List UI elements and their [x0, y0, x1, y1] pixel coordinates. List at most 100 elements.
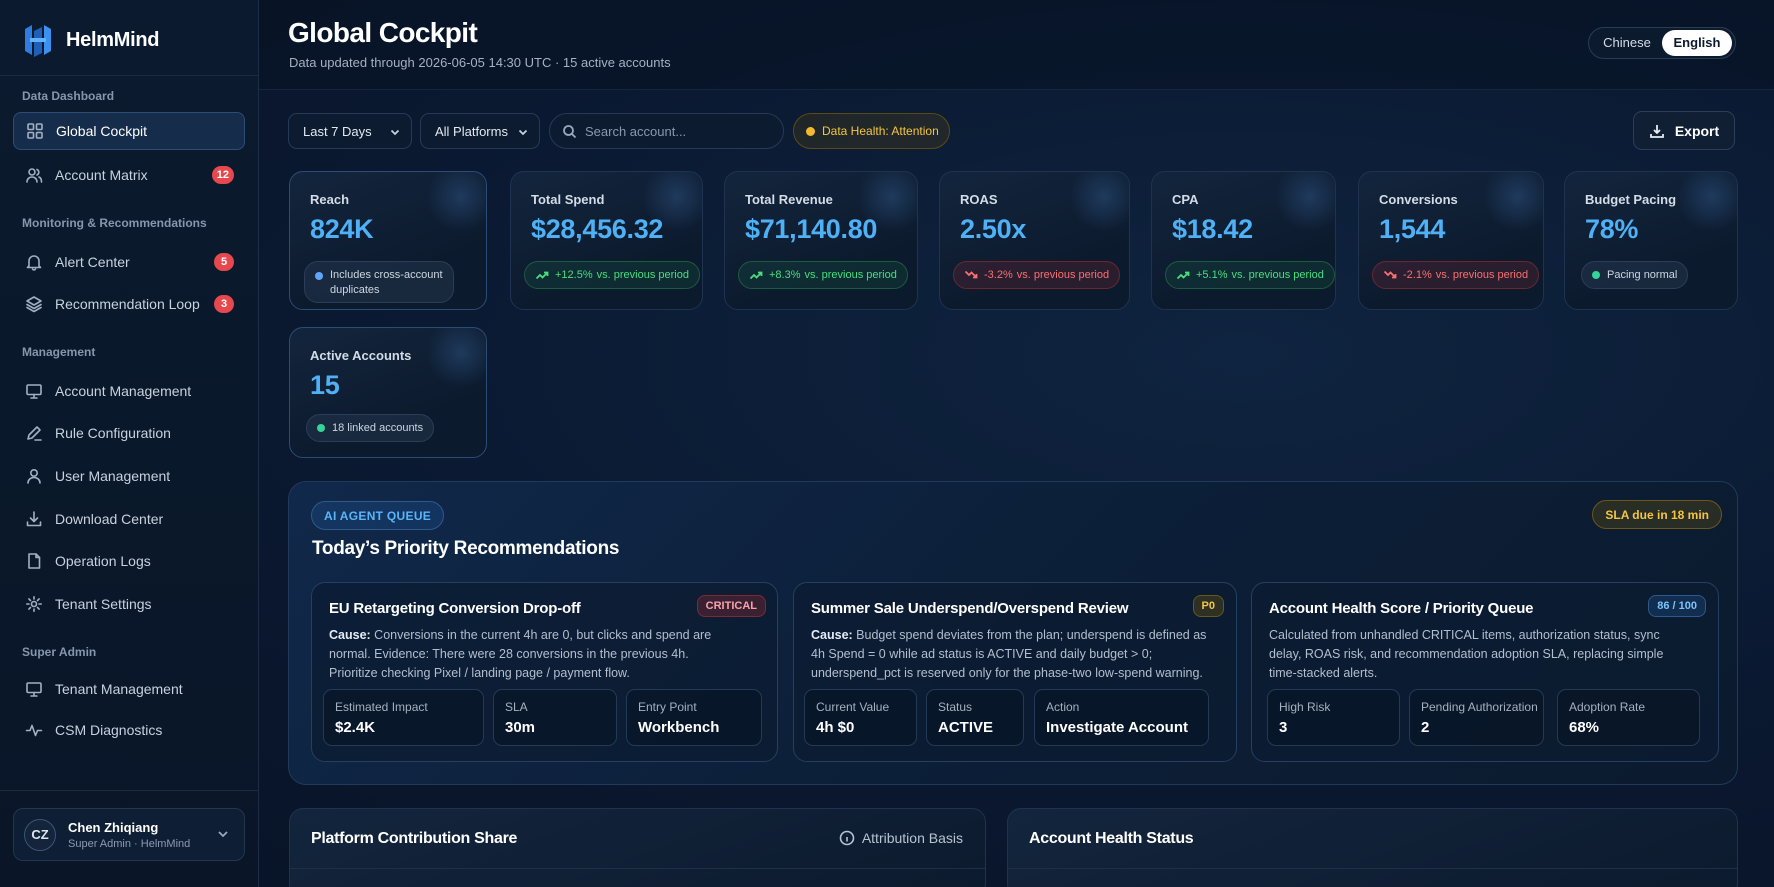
description-line: Budget spend deviates from the plan; und… [856, 628, 1207, 642]
platform-select[interactable]: All Platforms [420, 113, 540, 149]
data-health-badge[interactable]: Data Health: Attention [793, 113, 950, 149]
avatar: CZ [24, 818, 56, 851]
panel-title: Platform Contribution Share [311, 830, 518, 847]
sidebar-item-recommendation-loop[interactable]: Recommendation Loop 3 [13, 285, 245, 323]
recommendation-card[interactable]: Account Health Score / Priority Queue 86… [1251, 582, 1719, 762]
bell-icon [26, 255, 42, 271]
kpi-card-total-spend[interactable]: Total Spend $28,456.32 +12.5% vs. previou… [510, 171, 703, 310]
recommendation-card[interactable]: EU Retargeting Conversion Drop-off CRITI… [311, 582, 778, 762]
user-menu[interactable]: CZ Chen Zhiqiang Super Admin · HelmMind [13, 808, 245, 861]
trend-down-icon [1383, 270, 1397, 279]
sidebar-item-download-center[interactable]: Download Center [13, 500, 245, 538]
kpi-label: Reach [310, 192, 350, 207]
kpi-change: -3.2% vs. previous period [953, 261, 1121, 289]
activity-icon [25, 724, 43, 737]
metric-label: SLA [505, 700, 528, 714]
kpi-compare: vs. previous period [1435, 269, 1529, 281]
metric-box: Adoption Rate 68% [1557, 689, 1700, 746]
sidebar-item-label: Tenant Settings [55, 596, 152, 612]
count-badge: 12 [211, 166, 234, 184]
divider [1008, 868, 1737, 869]
kpi-value: 2.50x [960, 214, 1027, 244]
sidebar-item-account-management[interactable]: Account Management [13, 372, 245, 410]
kpi-change: -2.1% vs. previous period [1372, 261, 1540, 289]
description-line: Prioritize checking Pixel / landing page… [329, 666, 630, 680]
sidebar-item-csm-diagnostics[interactable]: CSM Diagnostics [13, 711, 245, 749]
language-toggle[interactable]: Chinese English [1588, 27, 1736, 59]
ai-agent-queue: AI AGENT QUEUE Today’s Priority Recommen… [288, 481, 1738, 785]
sidebar-item-operation-logs[interactable]: Operation Logs [13, 542, 245, 580]
divider [0, 790, 259, 791]
sidebar-item-alert-center[interactable]: Alert Center 5 [13, 243, 245, 281]
sidebar-item-label: CSM Diagnostics [55, 722, 163, 738]
sidebar-item-account-matrix[interactable]: Account Matrix 12 [13, 156, 245, 194]
recommendation-description: Cause: Budget spend deviates from the pl… [811, 626, 1206, 683]
section-label-super-admin: Super Admin [22, 645, 97, 659]
kpi-card-reach[interactable]: Reach 824K Includes cross-account duplica… [289, 171, 487, 310]
kpi-card-cpa[interactable]: CPA $18.42 +5.1% vs. previous period [1151, 171, 1336, 310]
metric-box: High Risk 3 [1267, 689, 1400, 746]
panel-title: Account Health Status [1029, 830, 1194, 847]
kpi-compare: vs. previous period [596, 269, 689, 281]
page-title: Global Cockpit [288, 17, 478, 48]
users-icon [26, 168, 43, 183]
kpi-note-text: Pacing normal [1607, 269, 1678, 281]
kpi-note: Includes cross-account duplicates [304, 261, 454, 303]
metric-label: Estimated Impact [335, 700, 428, 714]
status-dot [1592, 271, 1600, 279]
sidebar-item-label: Rule Configuration [55, 425, 171, 441]
brand-name: HelmMind [66, 28, 160, 51]
kpi-card-conversions[interactable]: Conversions 1,544 -2.1% vs. previous peri… [1358, 171, 1544, 310]
status-dot [315, 272, 323, 280]
kpi-change: +12.5% vs. previous period [524, 261, 700, 289]
download-icon [26, 511, 42, 527]
helmmind-logo-icon [25, 25, 51, 57]
kpi-card-total-revenue[interactable]: Total Revenue $71,140.80 +8.3% vs. previo… [724, 171, 918, 310]
attribution-basis-button[interactable]: Attribution Basis [839, 830, 963, 846]
kpi-label: Total Revenue [745, 192, 833, 207]
count-badge: 5 [214, 253, 234, 271]
gear-icon [26, 596, 42, 612]
kpi-change-value: +12.5% [555, 269, 593, 281]
kpi-card-roas[interactable]: ROAS 2.50x -3.2% vs. previous period [939, 171, 1130, 310]
kpi-card-budget-pacing[interactable]: Budget Pacing 78% Pacing normal [1564, 171, 1738, 310]
sidebar-item-tenant-management[interactable]: Tenant Management [13, 670, 245, 708]
kpi-value: $18.42 [1172, 214, 1253, 244]
kpi-value: 1,544 [1379, 214, 1446, 244]
search-icon [563, 124, 577, 138]
metric-value: 68% [1569, 719, 1600, 736]
metric-value: 30m [505, 719, 536, 736]
description-line: Conversions in the current 4h are 0, but… [374, 628, 712, 642]
sidebar-item-tenant-settings[interactable]: Tenant Settings [13, 585, 245, 623]
section-label-management: Management [22, 345, 96, 359]
brand[interactable]: HelmMind [22, 20, 159, 60]
date-range-select[interactable]: Last 7 Days [288, 113, 412, 149]
chevron-down-icon [390, 129, 400, 136]
chevron-down-icon[interactable] [216, 827, 230, 841]
kpi-card-active-accounts[interactable]: Active Accounts 15 18 linked accounts [289, 327, 487, 458]
metric-value: Workbench [638, 719, 720, 736]
app-root: HelmMind Data Dashboard Global Cockpit A… [0, 0, 1774, 887]
sidebar-item-label: Account Management [55, 383, 192, 399]
cause-label: Cause: [811, 628, 853, 642]
file-icon [28, 553, 41, 569]
section-label-monitoring: Monitoring & Recommendations [22, 216, 207, 230]
language-option-chinese[interactable]: Chinese [1592, 30, 1662, 56]
sidebar-item-rule-configuration[interactable]: Rule Configuration [13, 414, 245, 452]
trend-up-icon [1176, 271, 1190, 280]
kpi-note-text: 18 linked accounts [332, 422, 424, 434]
sidebar-item-user-management[interactable]: User Management [13, 457, 245, 495]
user-icon [27, 468, 41, 484]
download-icon [1649, 124, 1664, 138]
sidebar-item-label: User Management [55, 468, 171, 484]
export-label: Export [1674, 122, 1720, 139]
sla-badge: SLA due in 18 min [1592, 500, 1722, 529]
sidebar-item-global-cockpit[interactable]: Global Cockpit [13, 112, 245, 150]
trend-down-icon [964, 270, 978, 279]
export-button[interactable]: Export [1633, 111, 1735, 150]
language-option-english[interactable]: English [1662, 30, 1732, 56]
search-input[interactable]: Search account... [549, 113, 784, 149]
recommendation-card[interactable]: Summer Sale Underspend/Overspend Review … [793, 582, 1237, 762]
description-line: Calculated from unhandled CRITICAL items… [1269, 628, 1660, 642]
sidebar-item-label: Recommendation Loop [55, 296, 200, 312]
